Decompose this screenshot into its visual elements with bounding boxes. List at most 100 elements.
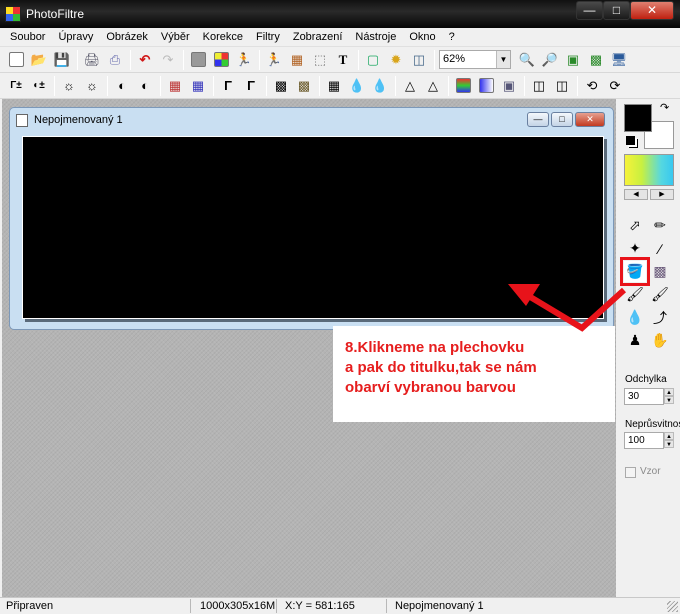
toolbar-separator — [160, 75, 161, 96]
mosaic-icon[interactable]: ▦ — [324, 76, 344, 96]
hand-tool-icon[interactable]: ✋ — [649, 330, 671, 351]
document-minimize-button[interactable]: — — [527, 112, 549, 127]
advanced-brush-tool-icon[interactable]: 🖌 — [649, 284, 671, 305]
stepper-up-icon[interactable]: ▲ — [664, 388, 674, 396]
filter-effect-icon[interactable]: ▩ — [271, 76, 291, 96]
annotation-box: 8.Klikneme na plechovku a pak do titulku… — [333, 326, 615, 422]
open-folder-icon[interactable]: 📂 — [29, 50, 49, 70]
magic-wand-tool-icon[interactable]: ✦ — [624, 238, 646, 259]
menu-filtry[interactable]: Filtry — [250, 28, 287, 46]
auto-levels-icon[interactable]: Γ± — [6, 76, 26, 96]
tolerance-input[interactable]: 30 — [624, 388, 664, 405]
document-close-button[interactable]: ✕ — [575, 112, 605, 127]
pattern-checkbox[interactable] — [625, 467, 636, 478]
document-window[interactable]: Nepojmenovaný 1 — □ ✕ — [9, 107, 614, 330]
status-divider — [276, 599, 277, 613]
texture-icon[interactable]: ▩ — [294, 76, 314, 96]
brightness-up-icon[interactable]: ☼ — [82, 76, 102, 96]
minimize-button[interactable]: — — [576, 1, 603, 20]
contrast-down-icon[interactable]: ◐ — [112, 76, 132, 96]
flip-horizontal-icon[interactable]: ◫ — [529, 76, 549, 96]
menu-obrazek[interactable]: Obrázek — [100, 28, 155, 46]
browser-icon[interactable]: ▢ — [363, 50, 383, 70]
maximize-button[interactable]: □ — [603, 1, 630, 20]
saturation-up-icon[interactable]: ▦ — [188, 76, 208, 96]
selection-icon[interactable]: ⬚ — [310, 50, 330, 70]
reset-colors-icon[interactable] — [626, 136, 635, 145]
stamp-tool-icon[interactable]: ♟ — [624, 330, 646, 351]
gradient-background-icon[interactable] — [476, 76, 496, 96]
auto-contrast-icon[interactable]: ◐± — [29, 76, 49, 96]
flip-vertical-icon[interactable]: ◫ — [552, 76, 572, 96]
image-size-icon[interactable]: 🏃 — [264, 50, 284, 70]
menu-soubor[interactable]: Soubor — [4, 28, 52, 46]
fit-image-icon[interactable]: ▣ — [563, 50, 583, 70]
tolerance-stepper[interactable]: ▲ ▼ — [664, 388, 674, 405]
grayscale-icon[interactable] — [188, 50, 208, 70]
stepper-down-icon[interactable]: ▼ — [664, 440, 674, 448]
stepper-up-icon[interactable]: ▲ — [664, 432, 674, 440]
new-file-icon[interactable] — [6, 50, 26, 70]
sharpen-icon[interactable]: △ — [400, 76, 420, 96]
pointer-tool-icon[interactable]: ⬀ — [624, 215, 646, 236]
status-divider — [190, 599, 191, 613]
gamma-up-icon[interactable]: Γ — [241, 76, 261, 96]
arrow-right-icon[interactable]: ▶ — [650, 189, 674, 200]
zoom-select[interactable]: 62% ▼ — [439, 50, 511, 69]
opacity-stepper[interactable]: ▲ ▼ — [664, 432, 674, 449]
redo-icon[interactable]: ↷ — [158, 50, 178, 70]
menu-korekce[interactable]: Korekce — [197, 28, 250, 46]
gamma-down-icon[interactable]: Γ — [218, 76, 238, 96]
menu-nastroje[interactable]: Nástroje — [349, 28, 403, 46]
window-icon[interactable]: ◫ — [409, 50, 429, 70]
scanner-icon[interactable]: ⎙ — [105, 50, 125, 70]
rotate-left-icon[interactable]: ⟲ — [582, 76, 602, 96]
frame-icon[interactable]: ▣ — [499, 76, 519, 96]
menu-zobrazeni[interactable]: Zobrazení — [287, 28, 350, 46]
contrast-up-icon[interactable]: ◐ — [135, 76, 155, 96]
foreground-color-swatch[interactable] — [624, 104, 652, 132]
rotate-right-icon[interactable]: ⟳ — [605, 76, 625, 96]
menu-vyber[interactable]: Výběr — [155, 28, 197, 46]
resize-grip-icon[interactable] — [667, 601, 678, 612]
eyedropper-tool-icon[interactable]: ✏ — [649, 215, 671, 236]
undo-icon[interactable]: ↶ — [135, 50, 155, 70]
zoom-out-icon[interactable]: 🔎 — [540, 50, 560, 70]
line-tool-icon[interactable]: ∕ — [649, 238, 671, 259]
save-icon[interactable]: 💾 — [52, 50, 72, 70]
sharpen-more-icon[interactable]: △ — [423, 76, 443, 96]
blur-more-icon[interactable]: 💧 — [370, 76, 390, 96]
menu-upravy[interactable]: Úpravy — [52, 28, 100, 46]
menu-help[interactable]: ? — [443, 28, 462, 46]
text-icon[interactable]: T — [333, 50, 353, 70]
smudge-tool-icon[interactable]: ⤴ — [649, 307, 671, 328]
document-restore-button[interactable]: □ — [551, 112, 573, 127]
swap-colors-icon[interactable]: ↷ — [660, 101, 669, 114]
arrow-left-icon[interactable]: ◀ — [624, 189, 648, 200]
color-grid-icon[interactable] — [211, 50, 231, 70]
image-canvas[interactable] — [22, 136, 604, 319]
brush-tool-icon[interactable]: 🖌 — [624, 284, 646, 305]
zoom-in-icon[interactable]: 🔍 — [517, 50, 537, 70]
actual-size-icon[interactable]: ▩ — [586, 50, 606, 70]
blur-icon[interactable]: 💧 — [347, 76, 367, 96]
menu-okno[interactable]: Okno — [403, 28, 442, 46]
plugin-icon[interactable]: ✹ — [386, 50, 406, 70]
tools-panel: ↷ ◀ ▶ ⬀ ✏ ✦ ∕ 🪣 ▩ 🖌 🖌 💧 ⤴ ♟ ✋ Odchylka 3… — [617, 99, 680, 597]
blur-tool-icon[interactable]: 💧 — [624, 307, 646, 328]
canvas-size-icon[interactable]: ▦ — [287, 50, 307, 70]
toolbar-separator — [213, 75, 214, 96]
figure-icon[interactable]: 🏃 — [234, 50, 254, 70]
spray-tool-icon[interactable]: ▩ — [649, 261, 671, 282]
saturation-down-icon[interactable]: ▦ — [165, 76, 185, 96]
color-gradient-picker[interactable] — [624, 154, 674, 186]
gradient-fill-icon[interactable] — [453, 76, 473, 96]
stepper-down-icon[interactable]: ▼ — [664, 396, 674, 404]
fullscreen-icon[interactable]: 🖥 — [609, 50, 629, 70]
close-button[interactable]: ✕ — [630, 1, 674, 20]
opacity-input[interactable]: 100 — [624, 432, 664, 449]
chevron-down-icon[interactable]: ▼ — [496, 51, 510, 68]
print-icon[interactable]: 🖨 — [82, 50, 102, 70]
brightness-down-icon[interactable]: ☼ — [59, 76, 79, 96]
paint-bucket-tool-icon[interactable]: 🪣 — [620, 257, 650, 286]
